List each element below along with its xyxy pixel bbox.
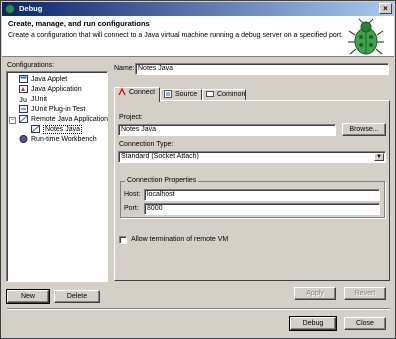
allow-termination-checkbox[interactable] <box>119 236 127 244</box>
java-applet-icon <box>19 75 28 84</box>
apply-button[interactable]: Apply <box>294 287 336 300</box>
connection-properties-title: Connection Properties <box>125 177 199 184</box>
tree-item-label: Java Applet <box>31 76 68 83</box>
close-window-button[interactable]: × <box>379 3 392 14</box>
debug-button[interactable]: Debug <box>289 316 337 331</box>
tree-item-label: Run-time Workbench <box>31 136 97 143</box>
connection-type-label: Connection Type: <box>119 141 174 148</box>
dialog-header: Create, manage, and run configurations C… <box>2 16 394 57</box>
host-label: Host: <box>124 191 141 198</box>
window-title: Debug <box>19 4 43 13</box>
chevron-down-icon[interactable]: ▼ <box>374 153 384 161</box>
svg-text:Ju: Ju <box>19 97 27 103</box>
app-icon <box>5 4 15 14</box>
header-title: Create, manage, and run configurations <box>8 19 150 28</box>
delete-button[interactable]: Delete <box>54 290 100 303</box>
java-app-icon <box>19 85 28 94</box>
tree-item-runtime-workbench[interactable]: Run-time Workbench <box>19 135 97 145</box>
browse-button[interactable]: Browse... <box>342 123 386 136</box>
source-icon <box>164 90 172 99</box>
common-icon <box>206 90 214 98</box>
project-label: Project: <box>119 114 143 121</box>
port-label: Port: <box>124 205 139 212</box>
configurations-label: Configurations: <box>7 62 55 69</box>
tree-item-remote-java-application[interactable]: Remote Java Application <box>19 115 108 125</box>
tree-item-label: Notes Java <box>43 125 83 134</box>
remote-java-icon <box>19 115 28 124</box>
header-subtitle: Create a configuration that will connect… <box>8 32 344 39</box>
revert-button[interactable]: Revert <box>344 287 386 300</box>
footer-separator <box>7 308 390 310</box>
tab-label: Source <box>175 91 198 98</box>
connection-type-value: Standard (Socket Attach) <box>121 153 199 160</box>
close-button[interactable]: Close <box>344 317 386 330</box>
name-label: Name: <box>114 65 135 72</box>
tree-item-junit[interactable]: Ju JUnit <box>19 95 47 105</box>
workbench-icon <box>19 135 28 144</box>
tree-item-java-application[interactable]: Java Application <box>19 85 82 95</box>
tree-item-notes-java[interactable]: Notes Java <box>31 125 83 135</box>
tree-item-label: JUnit <box>31 96 47 103</box>
port-field[interactable]: 8000 <box>144 203 380 215</box>
title-bar: Debug × <box>2 2 394 16</box>
allow-termination-label: Allow termination of remote VM <box>131 236 229 243</box>
remote-config-icon <box>31 125 40 134</box>
tree-item-label: Remote Java Application <box>31 116 109 123</box>
project-field[interactable]: Notes Java <box>118 124 336 136</box>
collapse-toggle[interactable]: − <box>9 117 16 124</box>
tree-item-junit-plugin[interactable]: JUnit Plug-in Test <box>19 105 85 115</box>
tree-item-label: JUnit Plug-in Test <box>31 106 86 113</box>
new-button[interactable]: New <box>6 289 50 304</box>
tab-label: Connect <box>129 89 156 96</box>
name-field[interactable]: Notes Java <box>135 63 389 75</box>
connection-type-select[interactable]: Standard (Socket Attach) ▼ <box>118 151 386 163</box>
junit-plugin-icon <box>19 105 28 114</box>
tree-item-label: Java Application <box>31 86 82 93</box>
tab-label: Common <box>217 91 246 98</box>
tree-item-java-applet[interactable]: Java Applet <box>19 75 67 85</box>
junit-icon: Ju <box>19 95 28 103</box>
tab-connect[interactable]: Connect <box>114 87 160 102</box>
bug-icon <box>348 18 384 55</box>
debug-dialog: Debug × Create, manage, and run configur… <box>0 0 396 339</box>
host-field[interactable]: localhost <box>144 189 380 201</box>
configurations-tree[interactable]: Java Applet Java Application Ju JUnit JUn… <box>6 71 108 282</box>
connect-icon <box>118 87 126 96</box>
